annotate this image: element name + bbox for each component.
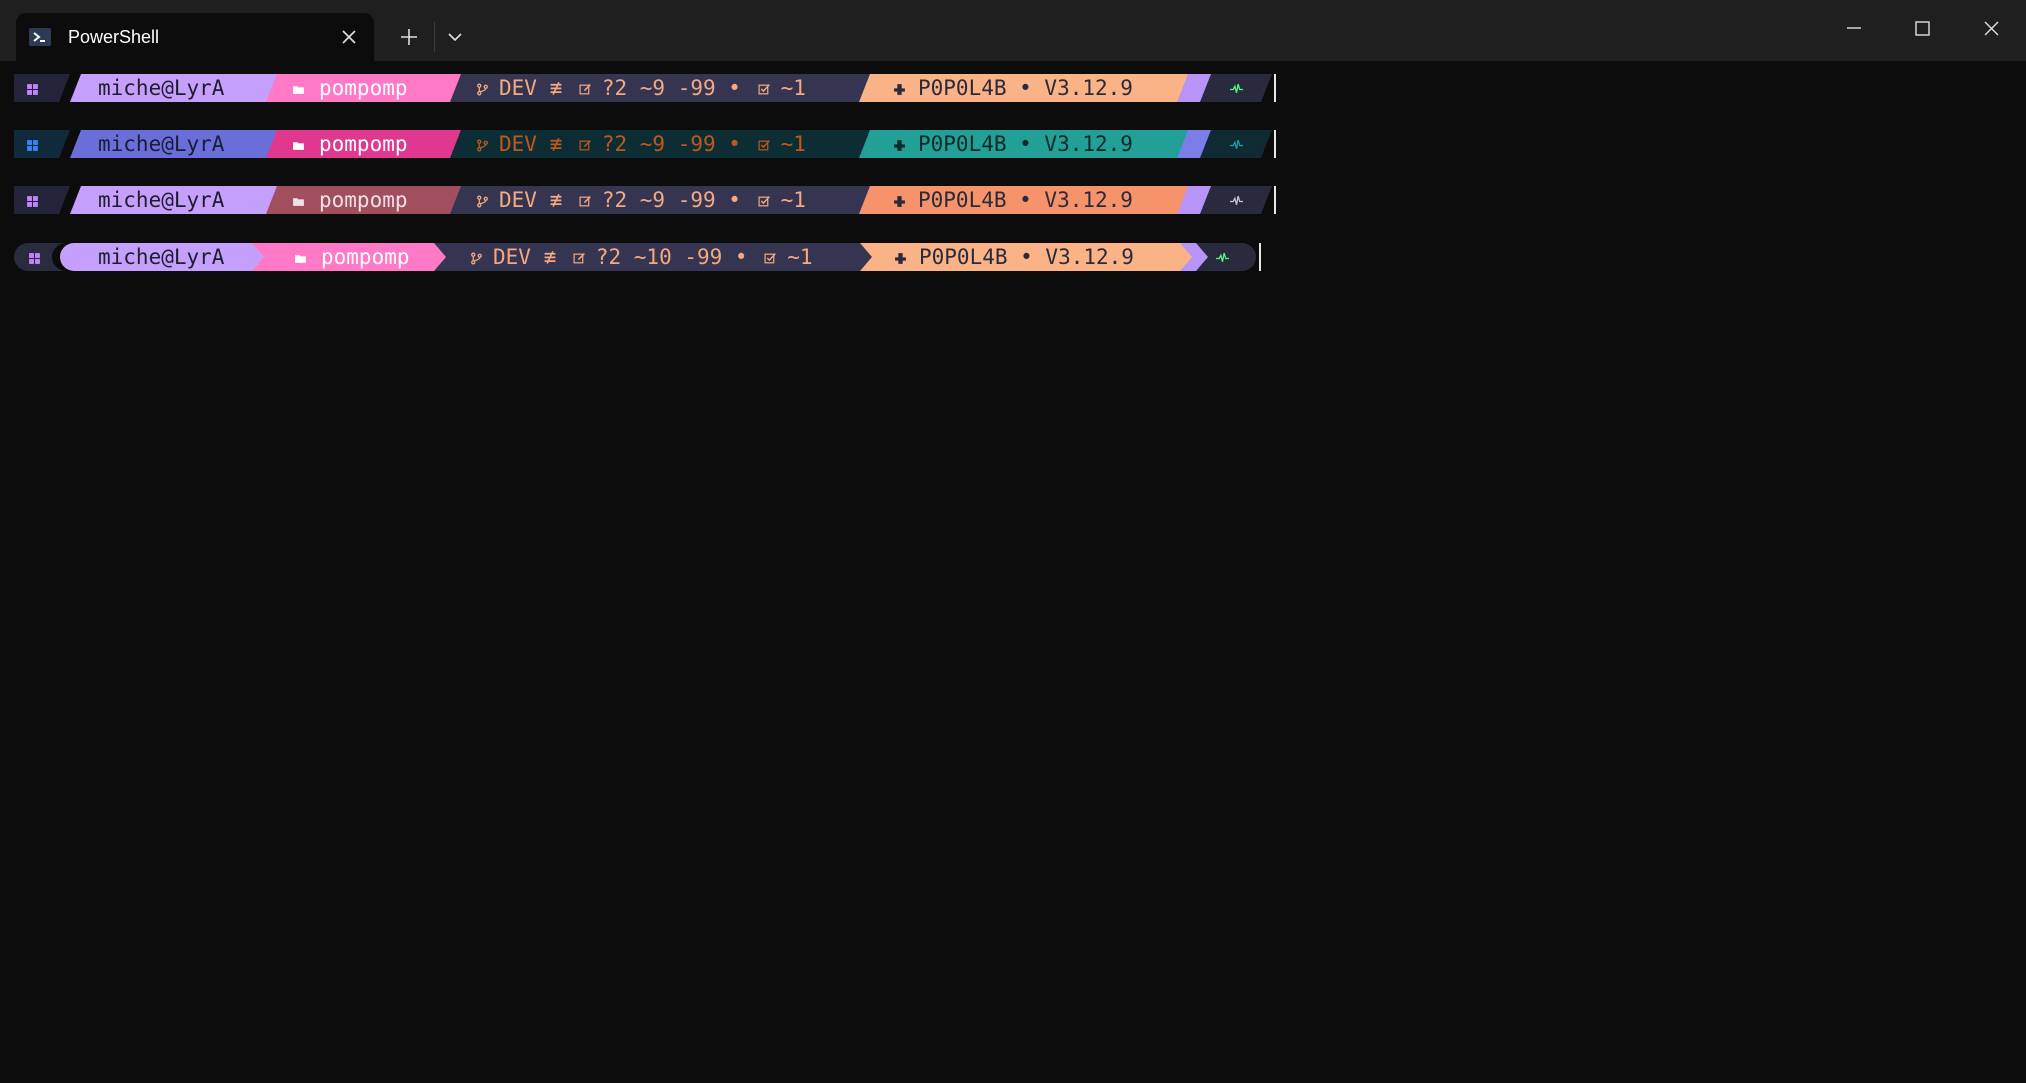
windows-icon	[27, 196, 38, 207]
checkbox-icon	[764, 253, 777, 264]
edit-icon	[579, 196, 591, 207]
maximize-icon[interactable]	[1908, 14, 1936, 42]
checkbox-icon	[758, 84, 770, 95]
edit-icon	[579, 84, 591, 95]
os-segment	[26, 130, 39, 158]
windows-icon	[29, 253, 40, 264]
git-branch-icon	[477, 195, 488, 208]
os-segment	[28, 243, 41, 271]
terminal-window: PowerShell miche@LyrA pompomp DEV ≢ ?2 ~9 …	[0, 0, 2026, 1083]
git-status-label: DEV ≢ ?2 ~9 -99 • ~1	[476, 74, 806, 102]
title-bar: PowerShell	[0, 0, 2026, 61]
close-icon[interactable]	[340, 28, 358, 46]
exec-status	[1230, 74, 1243, 102]
text-cursor	[1259, 243, 1261, 271]
terminal-output[interactable]: miche@LyrA pompomp DEV ≢ ?2 ~9 -99 • ~1 P0P…	[0, 61, 2026, 1083]
powershell-icon	[29, 28, 51, 46]
edit-icon	[579, 140, 591, 151]
exec-icon	[1230, 195, 1243, 205]
exec-status	[1230, 130, 1243, 158]
user-label: miche@LyrA	[98, 245, 225, 269]
close-icon[interactable]	[1977, 14, 2005, 42]
git-branch-icon	[477, 83, 488, 96]
directory-label: pompomp	[292, 74, 408, 102]
plus-icon[interactable]	[394, 22, 424, 52]
git-branch-icon	[471, 252, 482, 265]
python-env-label: P0P0L4B • V3.12.9	[894, 243, 1134, 271]
git-status-label: DEV ≢ ?2 ~9 -99 • ~1	[476, 186, 806, 214]
text-cursor	[1274, 130, 1276, 158]
prompt-line: miche@LyrA pompomp DEV ≢ ?2 ~9 -99 • ~1 P0P…	[14, 74, 1314, 102]
python-env-label: P0P0L4B • V3.12.9	[893, 186, 1133, 214]
directory-label: pompomp	[294, 243, 410, 271]
tab-powershell[interactable]: PowerShell	[16, 13, 374, 61]
exec-icon	[1230, 83, 1243, 93]
directory-label: pompomp	[292, 186, 408, 214]
folder-icon	[295, 255, 306, 263]
user-segment: miche@LyrA	[70, 130, 282, 158]
directory-label: pompomp	[292, 130, 408, 158]
os-segment	[26, 74, 39, 102]
python-env-label: P0P0L4B • V3.12.9	[893, 74, 1133, 102]
folder-icon	[293, 86, 304, 94]
user-segment: miche@LyrA	[70, 186, 282, 214]
folder-icon	[293, 198, 304, 206]
prompt-line: miche@LyrA pompomp DEV ≢ ?2 ~9 -99 • ~1 P0P…	[14, 186, 1314, 214]
minimize-icon[interactable]	[1840, 14, 1868, 42]
git-status-label: DEV ≢ ?2 ~10 -99 • ~1	[470, 243, 813, 271]
edit-icon	[573, 253, 585, 264]
segment-background	[14, 74, 70, 102]
os-segment	[26, 186, 39, 214]
user-label: miche@LyrA	[98, 132, 225, 156]
user-label: miche@LyrA	[98, 76, 225, 100]
python-icon	[894, 196, 905, 207]
python-icon	[894, 84, 905, 95]
python-icon	[894, 140, 905, 151]
checkbox-icon	[758, 140, 770, 151]
text-cursor	[1274, 74, 1276, 102]
windows-icon	[27, 84, 38, 95]
exec-icon	[1216, 252, 1229, 262]
tab-title: PowerShell	[68, 27, 160, 47]
segment-background	[14, 186, 70, 214]
folder-icon	[293, 142, 304, 150]
user-segment: miche@LyrA	[70, 74, 282, 102]
text-cursor	[1274, 186, 1276, 214]
exec-icon	[1230, 139, 1243, 149]
exec-status	[1216, 243, 1229, 271]
prompt-line: miche@LyrA pompomp DEV ≢ ?2 ~9 -99 • ~1 P0P…	[14, 130, 1314, 158]
python-icon	[895, 253, 906, 264]
chevron-down-icon[interactable]	[440, 22, 470, 52]
exec-status	[1230, 186, 1243, 214]
git-status-label: DEV ≢ ?2 ~9 -99 • ~1	[476, 130, 806, 158]
checkbox-icon	[758, 196, 770, 207]
user-label: miche@LyrA	[98, 188, 225, 212]
windows-icon	[27, 140, 38, 151]
tab-separator	[434, 22, 435, 52]
python-env-label: P0P0L4B • V3.12.9	[893, 130, 1133, 158]
prompt-line: miche@LyrA pompomp DEV ≢ ?2 ~10 -99 • ~1 P0…	[14, 243, 1314, 271]
segment-background	[14, 130, 70, 158]
git-branch-icon	[477, 139, 488, 152]
